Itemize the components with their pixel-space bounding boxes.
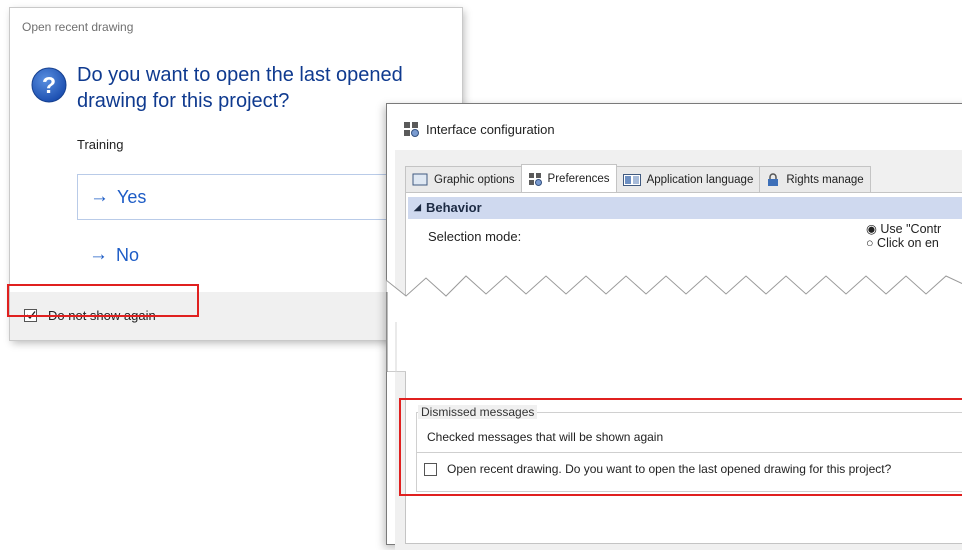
svg-text:?: ?	[42, 72, 56, 98]
radio-click-on[interactable]: ○ Click on en	[866, 236, 939, 250]
yes-label: Yes	[117, 186, 147, 207]
radio-label: Click on en	[877, 236, 939, 250]
lock-icon	[768, 172, 779, 186]
tab-label: Application language	[646, 173, 754, 186]
torn-edge-divider	[386, 275, 962, 372]
settings-grid-icon	[404, 122, 419, 137]
tab-label: Rights manage	[786, 173, 864, 186]
tab-graphic-options[interactable]: Graphic options	[405, 166, 522, 192]
section-label: Behavior	[426, 200, 482, 215]
selection-mode-label: Selection mode:	[428, 229, 522, 244]
tab-label: Preferences	[547, 172, 610, 185]
window-titlebar: Interface configuration	[403, 121, 555, 137]
dialog-title: Open recent drawing	[22, 20, 134, 34]
radio-selected-icon: ◉	[866, 222, 877, 236]
window-title: Interface configuration	[426, 121, 555, 137]
tab-label: Graphic options	[434, 173, 515, 186]
collapse-triangle-icon: ◢	[414, 202, 421, 212]
monitor-icon	[412, 173, 428, 185]
project-name: Training	[77, 137, 124, 152]
arrow-right-icon: →	[90, 186, 109, 207]
arrow-right-icon: →	[89, 244, 108, 265]
highlight-box-checkbox	[7, 284, 199, 317]
tab-preferences[interactable]: Preferences	[520, 164, 617, 192]
tab-strip: Graphic options Preferences Application …	[405, 164, 871, 192]
language-icon	[622, 173, 641, 186]
highlight-box-dismissed-messages	[399, 398, 962, 496]
settings-grid-icon	[528, 172, 542, 186]
tab-rights-management[interactable]: Rights manage	[759, 166, 871, 192]
radio-unselected-icon: ○	[866, 236, 874, 250]
question-icon: ?	[31, 67, 67, 103]
tab-application-language[interactable]: Application language	[615, 166, 761, 192]
radio-label: Use "Contr	[880, 222, 942, 236]
no-label: No	[116, 244, 140, 265]
radio-use-control[interactable]: ◉ Use "Contr	[866, 221, 941, 236]
behavior-section-header[interactable]: ◢ Behavior	[408, 197, 962, 219]
